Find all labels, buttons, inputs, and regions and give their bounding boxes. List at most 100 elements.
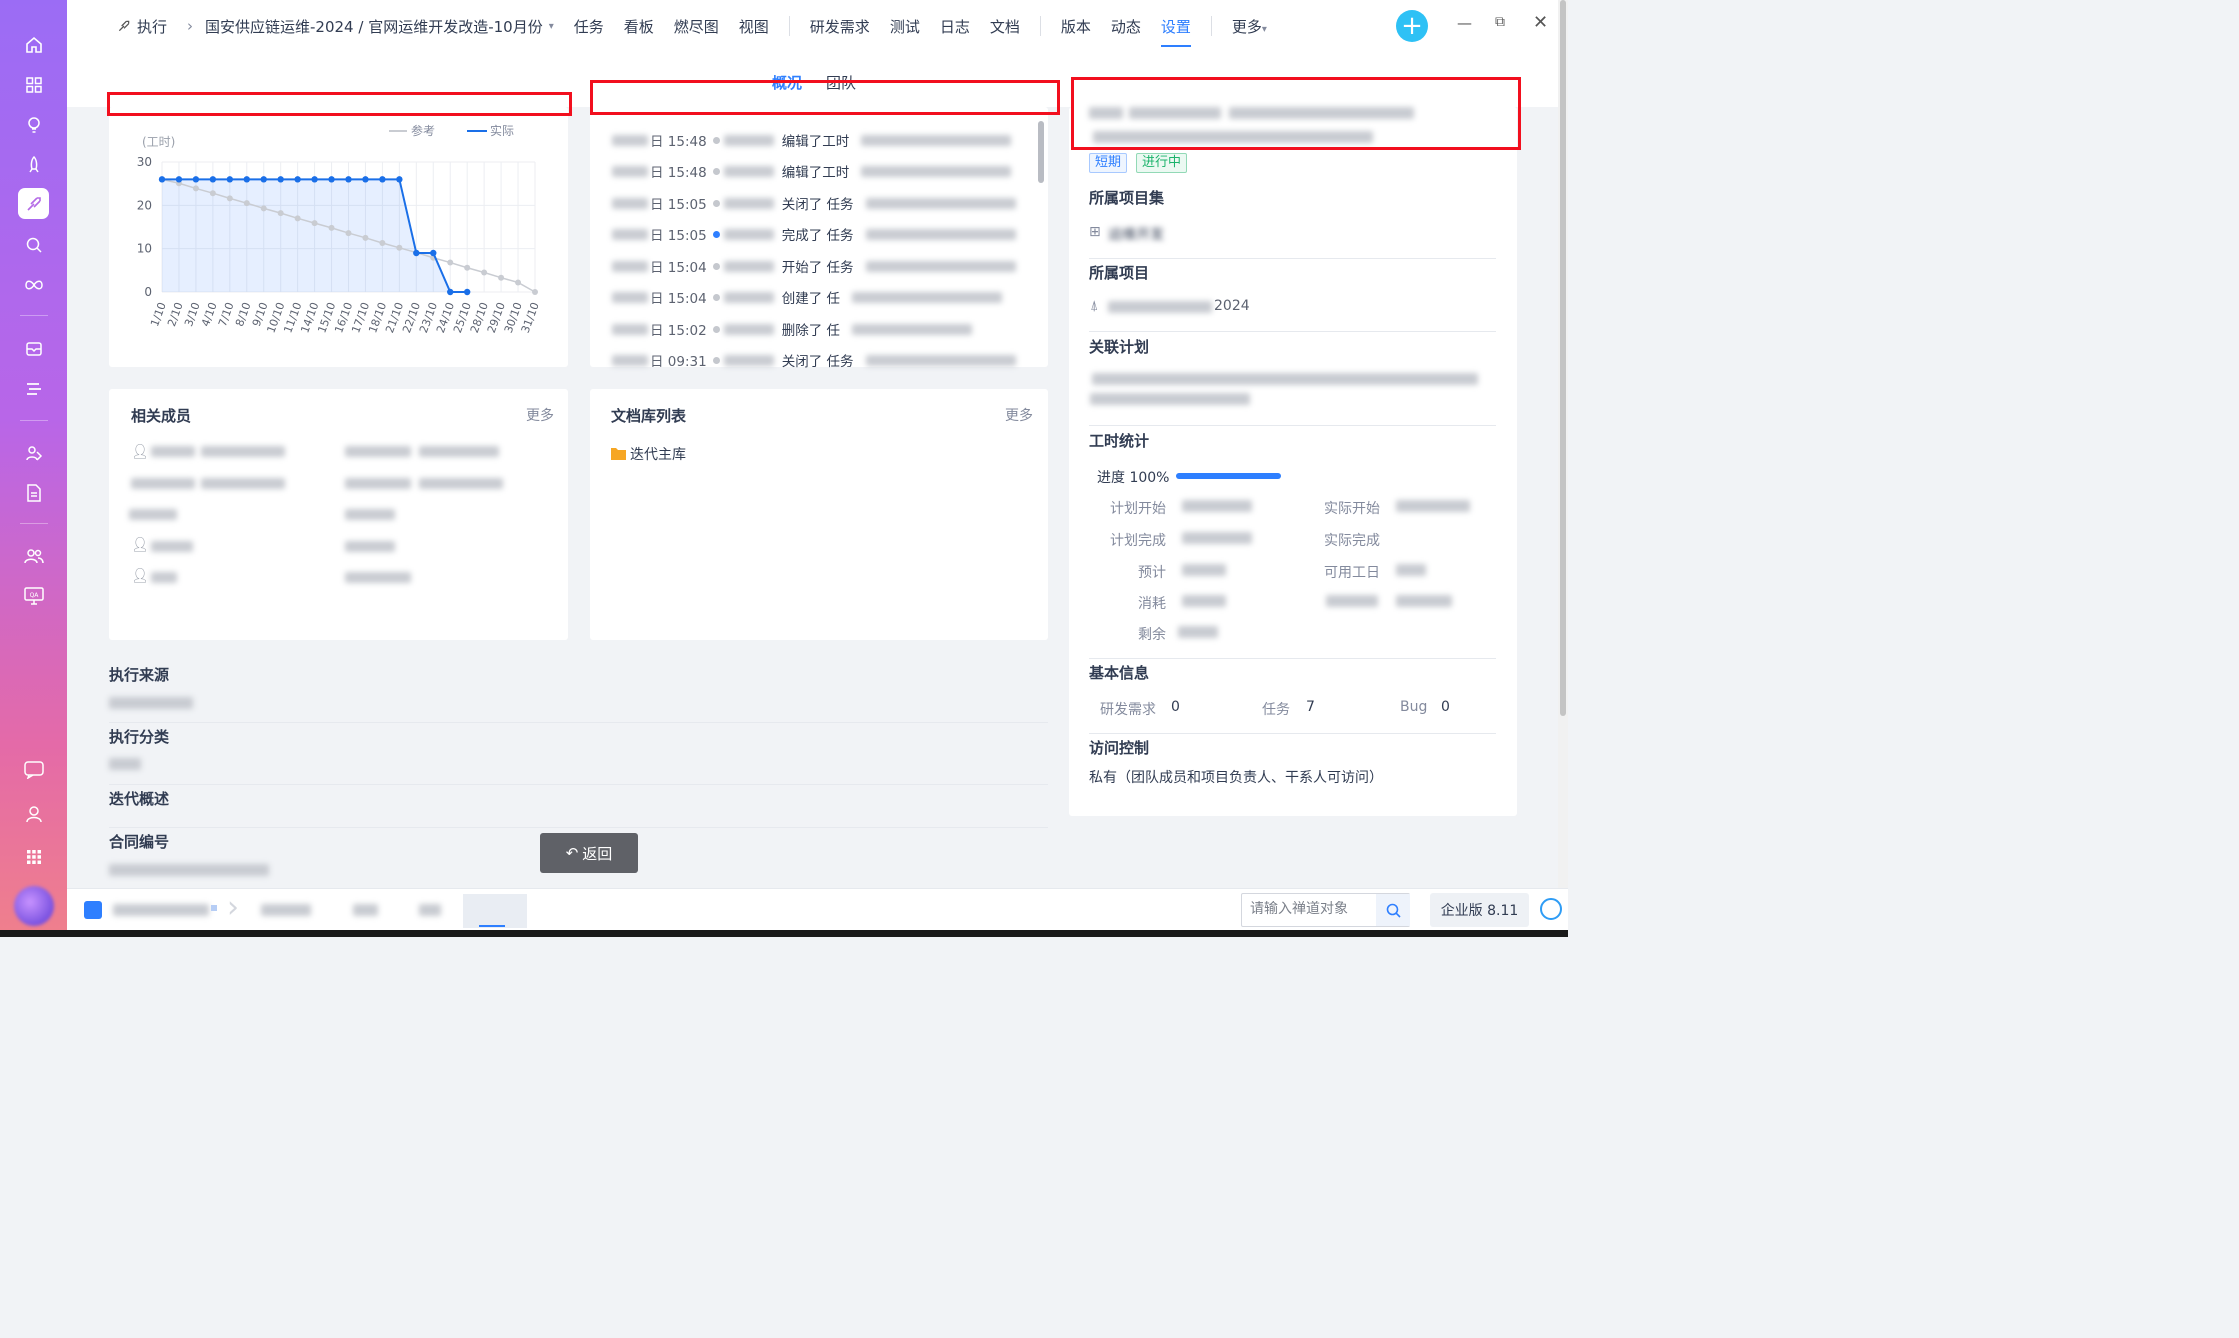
minimize-icon[interactable]: —	[1457, 14, 1472, 32]
create-plus-button[interactable]: +	[1396, 10, 1428, 42]
y-axis-unit-label: (工时)	[142, 135, 175, 149]
member-name	[345, 572, 411, 583]
members-more-link[interactable]: 更多	[526, 405, 554, 425]
reference-point	[294, 215, 301, 222]
timeline-dot	[712, 293, 720, 301]
divider	[1089, 733, 1496, 734]
apps-grid-icon[interactable]	[18, 841, 49, 872]
menu-burndown[interactable]: 燃尽图	[674, 16, 719, 37]
user-profile-icon[interactable]	[18, 798, 49, 829]
activity-action: 完成了 任务	[781, 228, 854, 244]
activity-object-blurred[interactable]	[865, 354, 1016, 366]
actual-point	[158, 176, 166, 183]
caret-down-icon[interactable]: ▾	[549, 21, 554, 32]
menu-view[interactable]: 视图	[739, 16, 769, 37]
activity-object-blurred[interactable]	[861, 134, 1012, 146]
search-icon[interactable]	[1376, 894, 1410, 926]
breadcrumb-root[interactable]: 执行	[137, 16, 167, 37]
doclib-item[interactable]: 迭代主库	[630, 444, 686, 464]
team-users-icon[interactable]	[18, 540, 49, 571]
taskbar-tab[interactable]	[261, 904, 311, 916]
actual-point	[175, 176, 183, 183]
timeline-dot	[712, 167, 720, 175]
breadcrumb: 执行 › 国安供应链运维-2024 / 官网运维开发改造-10月份 ▾	[117, 16, 554, 37]
consumed-value	[1182, 595, 1226, 607]
close-window-icon[interactable]: ✕	[1533, 12, 1548, 33]
member-name	[151, 446, 195, 457]
rocket-icon[interactable]	[18, 149, 49, 180]
gantt-list-icon[interactable]	[18, 373, 49, 404]
activity-time: 日 15:05	[650, 197, 707, 213]
member-role	[419, 446, 499, 457]
activity-object-blurred[interactable]	[852, 291, 1002, 303]
taskbar-tab[interactable]	[419, 904, 441, 916]
app-switch-icon[interactable]	[84, 901, 102, 919]
menu-test[interactable]: 测试	[890, 16, 920, 37]
activity-row: 日 15:04 创建了 任	[612, 287, 1002, 307]
activity-time: 日 15:48	[650, 134, 707, 150]
program-value[interactable]: 运维开发	[1108, 224, 1164, 244]
y-tick-label: 30	[137, 155, 152, 169]
menu-doc[interactable]: 文档	[990, 16, 1020, 37]
project-name-blurred[interactable]	[1108, 301, 1212, 313]
activity-object-blurred[interactable]	[865, 197, 1016, 209]
search-qa-icon[interactable]	[18, 229, 49, 260]
dashboard-grid-icon[interactable]	[18, 69, 49, 100]
document-icon[interactable]	[18, 477, 49, 508]
menu-build[interactable]: 版本	[1061, 16, 1091, 37]
taskbar-tab[interactable]	[113, 904, 209, 916]
member-user-icon: 👤︎	[131, 537, 149, 553]
menu-kanban[interactable]: 看板	[624, 16, 654, 37]
global-search-input[interactable]	[1250, 901, 1375, 917]
feedback-ticket-icon[interactable]	[18, 437, 49, 468]
member-name	[345, 509, 395, 520]
menu-divider	[1039, 16, 1041, 36]
hours-label: 工时统计	[1089, 432, 1150, 450]
doclib-more-link[interactable]: 更多	[1005, 405, 1033, 425]
menu-dynamic[interactable]: 动态	[1111, 16, 1141, 37]
activity-date-blurred	[612, 354, 648, 366]
back-button[interactable]: ↶ 返回	[540, 833, 638, 873]
activity-object-blurred[interactable]	[865, 260, 1016, 272]
divider	[109, 784, 1048, 785]
actual-point	[463, 288, 471, 296]
qa-screen-icon[interactable]: QA	[18, 580, 49, 611]
menu-settings[interactable]: 设置	[1160, 16, 1191, 47]
project-value[interactable]: 2024	[1214, 298, 1250, 314]
linked-plan-value[interactable]	[1092, 373, 1478, 385]
reference-point	[243, 200, 250, 207]
main-scrollbar[interactable]	[1558, 0, 1568, 930]
user-avatar[interactable]	[14, 886, 54, 926]
menu-task[interactable]: 任务	[574, 16, 604, 37]
activity-object-blurred[interactable]	[861, 165, 1012, 177]
breadcrumb-path[interactable]: 国安供应链运维-2024 / 官网运维开发改造-10月份	[205, 16, 543, 37]
member-name	[151, 541, 193, 552]
menu-effort-log[interactable]: 日志	[940, 16, 970, 37]
activity-row: 日 09:31 关闭了 任务	[612, 350, 1016, 370]
legend-reference-label: 参考	[411, 123, 435, 138]
zentao-logo-icon[interactable]	[1540, 898, 1562, 920]
restore-window-icon[interactable]: ⧉	[1495, 14, 1505, 30]
taskbar-tab-active[interactable]	[463, 894, 527, 928]
activity-date-blurred	[612, 291, 648, 303]
task-count-value[interactable]: 7	[1306, 699, 1315, 715]
timeline-dot	[712, 356, 720, 364]
activity-object-blurred[interactable]	[852, 323, 972, 335]
menu-more[interactable]: 更多▾	[1232, 16, 1267, 37]
devops-infinity-icon[interactable]	[18, 269, 49, 300]
bug-count-value[interactable]: 0	[1441, 699, 1450, 715]
execution-sprint-icon[interactable]	[18, 188, 49, 219]
activity-date-blurred	[612, 197, 648, 209]
activity-scrollbar[interactable]	[1038, 121, 1044, 183]
home-icon[interactable]	[18, 29, 49, 60]
activity-date-blurred	[612, 323, 648, 335]
timeline-dot	[712, 325, 720, 333]
lightbulb-icon[interactable]	[18, 109, 49, 140]
taskbar-tab[interactable]	[353, 904, 378, 916]
linked-plan-value-line2[interactable]	[1090, 393, 1250, 405]
chat-icon[interactable]	[18, 754, 49, 785]
menu-story[interactable]: 研发需求	[810, 16, 870, 37]
story-count-value[interactable]: 0	[1171, 699, 1180, 715]
kanban-box-icon[interactable]	[18, 333, 49, 364]
activity-object-blurred[interactable]	[865, 228, 1016, 240]
